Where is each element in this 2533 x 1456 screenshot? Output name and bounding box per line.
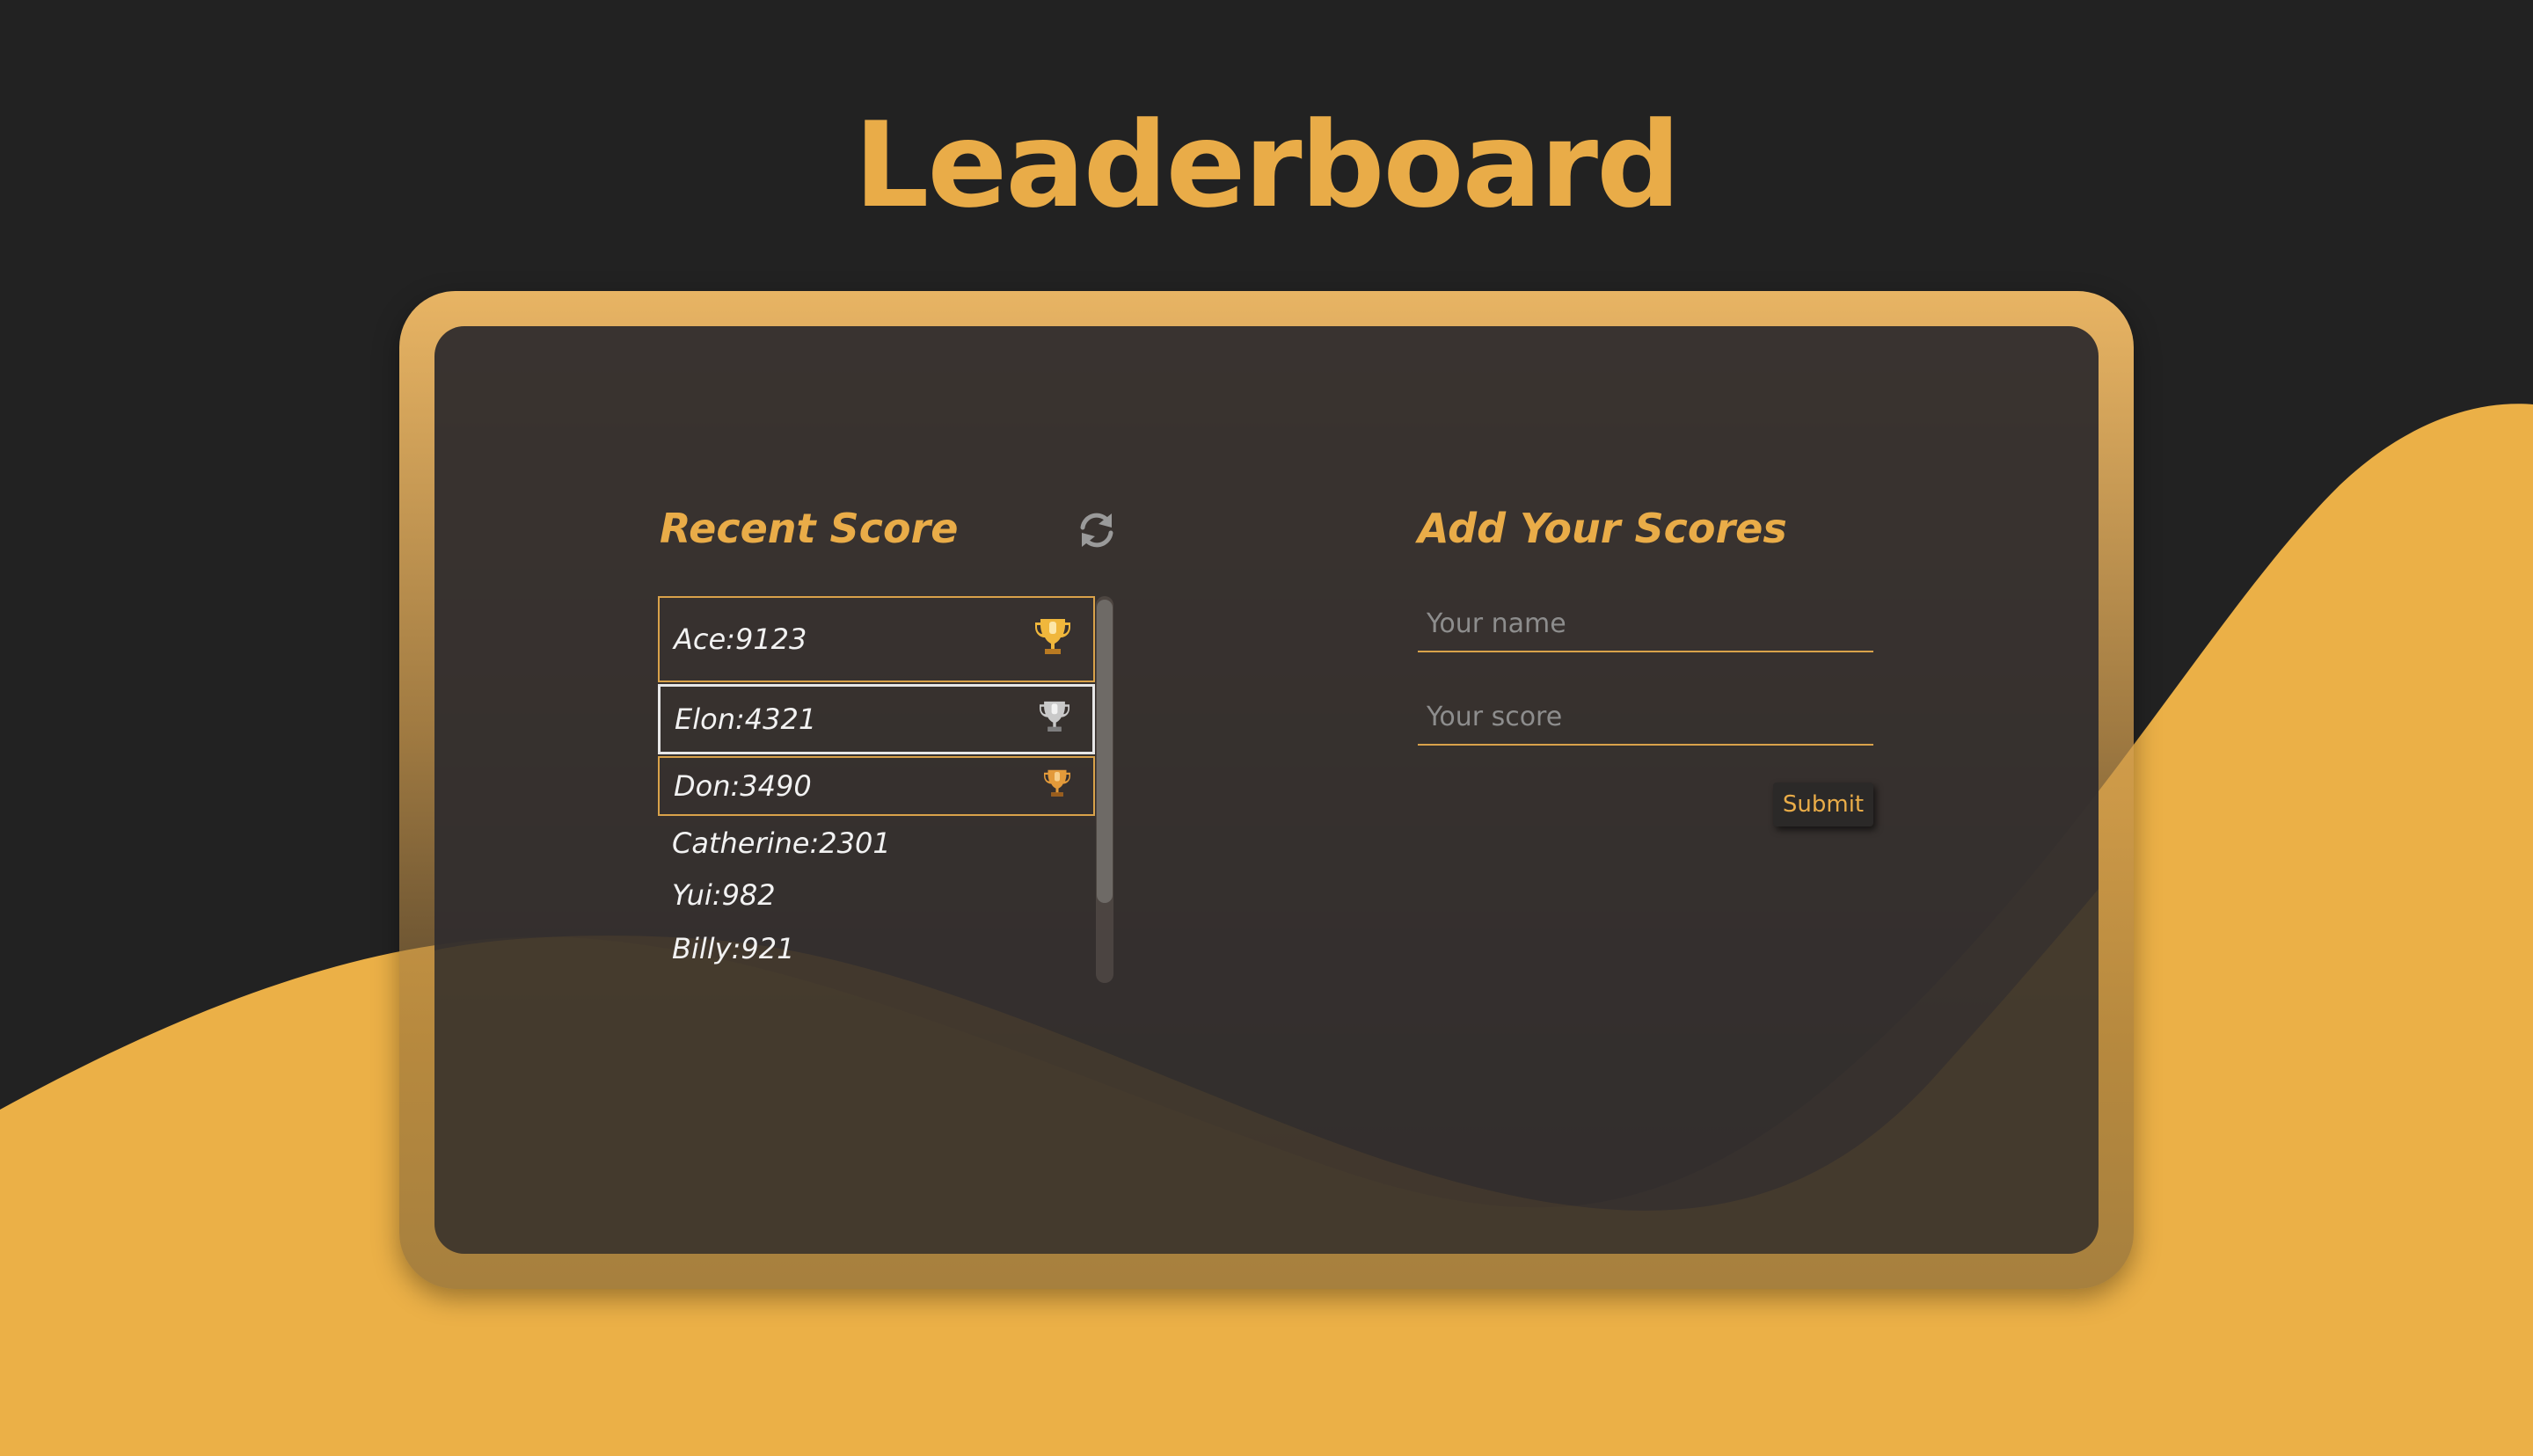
submit-button[interactable]: Submit bbox=[1773, 783, 1873, 826]
score-row-5: Yui:982 bbox=[658, 870, 1095, 920]
page-title: Leaderboard bbox=[854, 97, 1681, 234]
silver-trophy-icon bbox=[1040, 698, 1069, 740]
score-label: Catherine:2301 bbox=[672, 826, 891, 860]
score-label: Elon:4321 bbox=[675, 703, 817, 736]
score-label: Ace:9123 bbox=[674, 622, 807, 656]
refresh-icon bbox=[1080, 513, 1113, 548]
leaderboard-page: Leaderboard Recent Score Ace:9123 Elon:4… bbox=[0, 0, 2533, 1456]
gold-trophy-icon bbox=[1035, 615, 1070, 663]
add-scores-title: Add Your Scores bbox=[1418, 505, 1787, 552]
recent-score-list: Ace:9123 Elon:4321 Don:3490 Catherine:23… bbox=[658, 596, 1115, 983]
score-row-2: Elon:4321 bbox=[658, 684, 1095, 754]
score-row-3: Don:3490 bbox=[658, 756, 1095, 816]
score-row-6: Billy:921 bbox=[658, 923, 1095, 974]
score-label: Don:3490 bbox=[674, 769, 812, 803]
recent-score-title: Recent Score bbox=[660, 505, 959, 552]
score-row-4: Catherine:2301 bbox=[658, 818, 1095, 869]
refresh-button[interactable] bbox=[1075, 508, 1119, 552]
score-row-1: Ace:9123 bbox=[658, 596, 1095, 682]
score-label: Billy:921 bbox=[672, 932, 795, 965]
score-label: Yui:982 bbox=[672, 878, 776, 912]
bronze-trophy-icon bbox=[1044, 767, 1070, 805]
score-input[interactable] bbox=[1418, 689, 1873, 746]
name-input[interactable] bbox=[1418, 596, 1873, 652]
